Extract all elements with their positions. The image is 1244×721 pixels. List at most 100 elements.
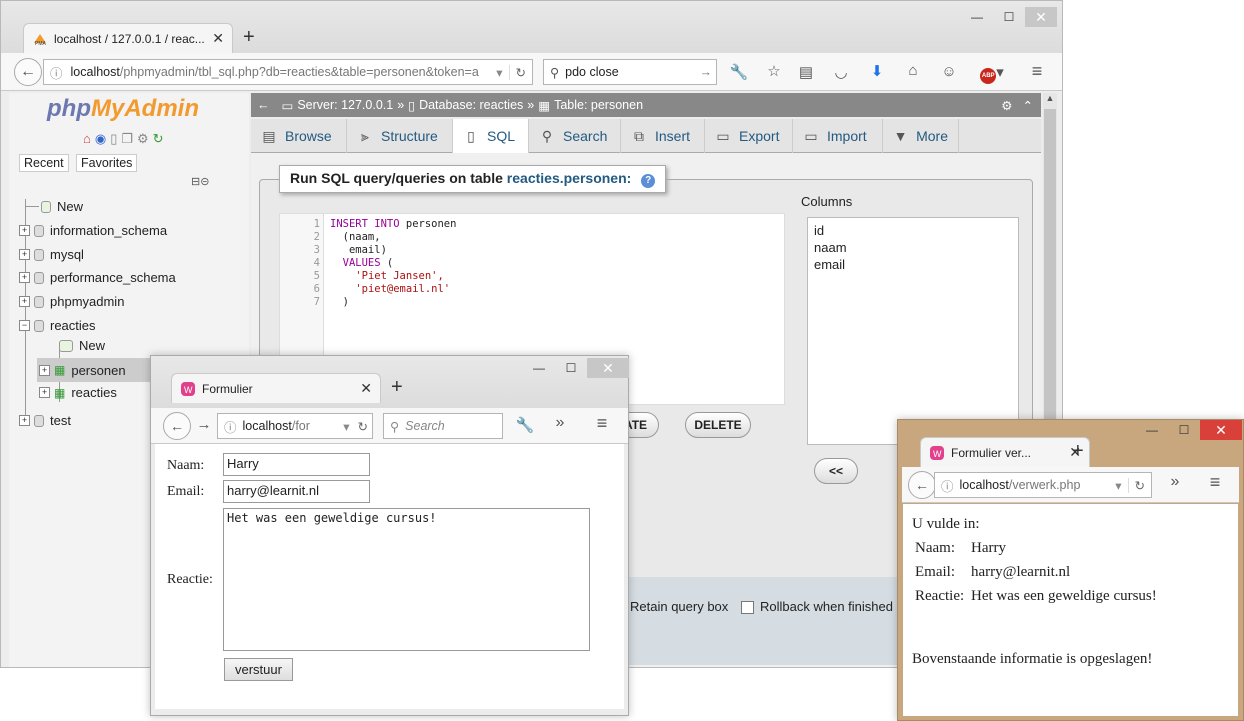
- maximize-icon[interactable]: ☐: [993, 7, 1025, 27]
- expand-plus-icon[interactable]: +: [39, 364, 50, 376]
- overflow-chevron-icon[interactable]: »: [1164, 473, 1186, 491]
- tab-import[interactable]: ▭ Import: [793, 119, 883, 153]
- docs-icon[interactable]: ▯: [110, 131, 117, 147]
- column-option[interactable]: naam: [814, 239, 1012, 256]
- minimize-icon[interactable]: —: [1136, 420, 1168, 440]
- logout-icon[interactable]: ◉: [95, 131, 106, 147]
- menu-hamburger-icon[interactable]: ≡: [1204, 472, 1226, 493]
- tab-phpmyadmin[interactable]: PMA localhost / 127.0.0.1 / reac... ✕: [23, 23, 233, 53]
- tree-item-new-table[interactable]: New: [59, 338, 105, 353]
- close-window-icon[interactable]: ✕: [587, 358, 629, 378]
- maximize-icon[interactable]: ☐: [1168, 420, 1200, 440]
- collapse-minus-icon[interactable]: −: [19, 320, 30, 331]
- expand-plus-icon[interactable]: +: [19, 225, 30, 236]
- wrench-icon[interactable]: 🔧: [728, 63, 750, 81]
- expand-plus-icon[interactable]: +: [19, 415, 30, 426]
- home-icon[interactable]: ⌂: [83, 131, 91, 147]
- chat-icon[interactable]: ☺: [938, 63, 960, 80]
- tree-item-test[interactable]: + test: [19, 413, 71, 428]
- close-window-icon[interactable]: ✕: [1200, 420, 1242, 440]
- expand-plus-icon[interactable]: +: [19, 296, 30, 307]
- column-option[interactable]: id: [814, 222, 1012, 239]
- search-go-icon[interactable]: →: [700, 65, 717, 79]
- recent-button[interactable]: Recent: [19, 154, 69, 172]
- download-icon[interactable]: ⬇: [866, 62, 888, 80]
- tab-browse[interactable]: ▤ Browse: [251, 119, 347, 153]
- close-window-icon[interactable]: ✕: [1025, 7, 1057, 27]
- email-input[interactable]: harry@learnit.nl: [223, 480, 370, 503]
- tree-item-performance-schema[interactable]: + performance_schema: [19, 270, 176, 285]
- site-info-icon[interactable]: ⓘ: [50, 63, 63, 82]
- insert-column-button[interactable]: <<: [814, 458, 858, 484]
- pma-logo[interactable]: phpMyAdmin: [47, 95, 199, 123]
- home-icon[interactable]: ⌂: [902, 62, 924, 79]
- tab-formulier[interactable]: W Formulier ✕: [171, 373, 381, 403]
- crumb-server[interactable]: Server: 127.0.0.1: [297, 98, 393, 112]
- adblock-icon[interactable]: ABP ▾: [977, 63, 1007, 84]
- overflow-chevron-icon[interactable]: »: [549, 414, 571, 432]
- reload-icon[interactable]: ↻: [1127, 477, 1151, 493]
- help-icon[interactable]: ?: [641, 174, 656, 188]
- new-tab-button[interactable]: +: [1072, 440, 1084, 463]
- tab-sql[interactable]: ▯ SQL: [453, 119, 529, 153]
- tab-formulier-verwerk[interactable]: W Formulier ver... ✕: [920, 437, 1090, 467]
- reading-list-icon[interactable]: ▤: [795, 63, 817, 81]
- back-arrow-icon[interactable]: ←: [908, 471, 936, 499]
- tab-export[interactable]: ▭ Export: [705, 119, 793, 153]
- delete-button[interactable]: DELETE: [685, 412, 751, 438]
- tree-item-phpmyadmin[interactable]: + phpmyadmin: [19, 294, 124, 309]
- verstuur-button[interactable]: verstuur: [224, 658, 293, 681]
- close-tab-icon[interactable]: ✕: [212, 30, 224, 47]
- tab-more[interactable]: ▼ More: [883, 119, 959, 153]
- collapse-up-icon[interactable]: ⌃: [1023, 98, 1033, 113]
- reload-icon[interactable]: ↻: [508, 64, 532, 80]
- search-field[interactable]: ⚲ Search: [383, 413, 503, 439]
- minimize-icon[interactable]: —: [523, 358, 555, 378]
- back-arrow-icon[interactable]: ←: [14, 58, 42, 86]
- naam-input[interactable]: Harry: [223, 453, 370, 476]
- menu-hamburger-icon[interactable]: ≡: [1026, 61, 1048, 82]
- columns-list[interactable]: id naam email: [807, 217, 1019, 445]
- scrollbar[interactable]: ▲: [1043, 93, 1057, 423]
- close-tab-icon[interactable]: ✕: [360, 380, 372, 397]
- collapse-link-icon[interactable]: ⊟⊝: [191, 175, 209, 188]
- expand-plus-icon[interactable]: +: [19, 272, 30, 283]
- tab-structure[interactable]: ⫸ Structure: [347, 119, 453, 153]
- back-arrow-icon[interactable]: ←: [163, 412, 191, 440]
- search-bar[interactable]: ⚲ pdo close →: [543, 59, 717, 85]
- minimize-icon[interactable]: —: [961, 7, 993, 27]
- settings-gear-icon[interactable]: ⚙: [137, 131, 149, 147]
- settings-gear-icon[interactable]: ⚙: [1001, 98, 1012, 113]
- copy-icon[interactable]: ❐: [121, 131, 133, 147]
- url-dropdown-icon[interactable]: ▾: [339, 419, 353, 434]
- expand-plus-icon[interactable]: +: [39, 387, 50, 398]
- url-bar[interactable]: ⓘ localhost/verwerk.php ▾ ↻: [934, 472, 1152, 498]
- crumb-table[interactable]: Table: personen: [554, 98, 643, 112]
- tab-search[interactable]: ⚲ Search: [529, 119, 621, 153]
- maximize-icon[interactable]: ☐: [555, 358, 587, 378]
- tree-item-information-schema[interactable]: + information_schema: [19, 223, 167, 238]
- collapse-arrow-icon[interactable]: ←: [257, 98, 270, 112]
- scroll-up-icon[interactable]: ▲: [1043, 93, 1057, 103]
- url-dropdown-icon[interactable]: ▾: [490, 65, 508, 80]
- rollback-checkbox[interactable]: [741, 599, 760, 615]
- pocket-icon[interactable]: ◡: [830, 63, 852, 81]
- column-option[interactable]: email: [814, 256, 1012, 273]
- bookmark-star-icon[interactable]: ☆: [763, 62, 785, 80]
- tree-item-new[interactable]: New: [25, 199, 83, 214]
- tab-insert[interactable]: ⧉ Insert: [621, 119, 705, 153]
- tree-item-mysql[interactable]: + mysql: [19, 247, 84, 262]
- url-bar[interactable]: ⓘ localhost/for ▾ ↻: [217, 413, 373, 439]
- reload-icon[interactable]: ↻: [354, 419, 372, 434]
- url-dropdown-icon[interactable]: ▾: [1109, 478, 1127, 493]
- menu-hamburger-icon[interactable]: ≡: [591, 413, 613, 434]
- forward-arrow-icon[interactable]: →: [193, 416, 215, 433]
- favorites-button[interactable]: Favorites: [76, 154, 138, 172]
- new-tab-button[interactable]: +: [243, 26, 255, 49]
- url-bar[interactable]: ⓘ localhost/phpmyadmin/tbl_sql.php?db=re…: [43, 59, 533, 85]
- reactie-textarea[interactable]: Het was een geweldige cursus!: [223, 508, 590, 651]
- scroll-thumb[interactable]: [1044, 109, 1056, 419]
- tree-item-reacties-table[interactable]: + ▦ reacties: [39, 385, 117, 400]
- tree-item-reacties[interactable]: − reacties: [19, 318, 96, 333]
- expand-plus-icon[interactable]: +: [19, 249, 30, 260]
